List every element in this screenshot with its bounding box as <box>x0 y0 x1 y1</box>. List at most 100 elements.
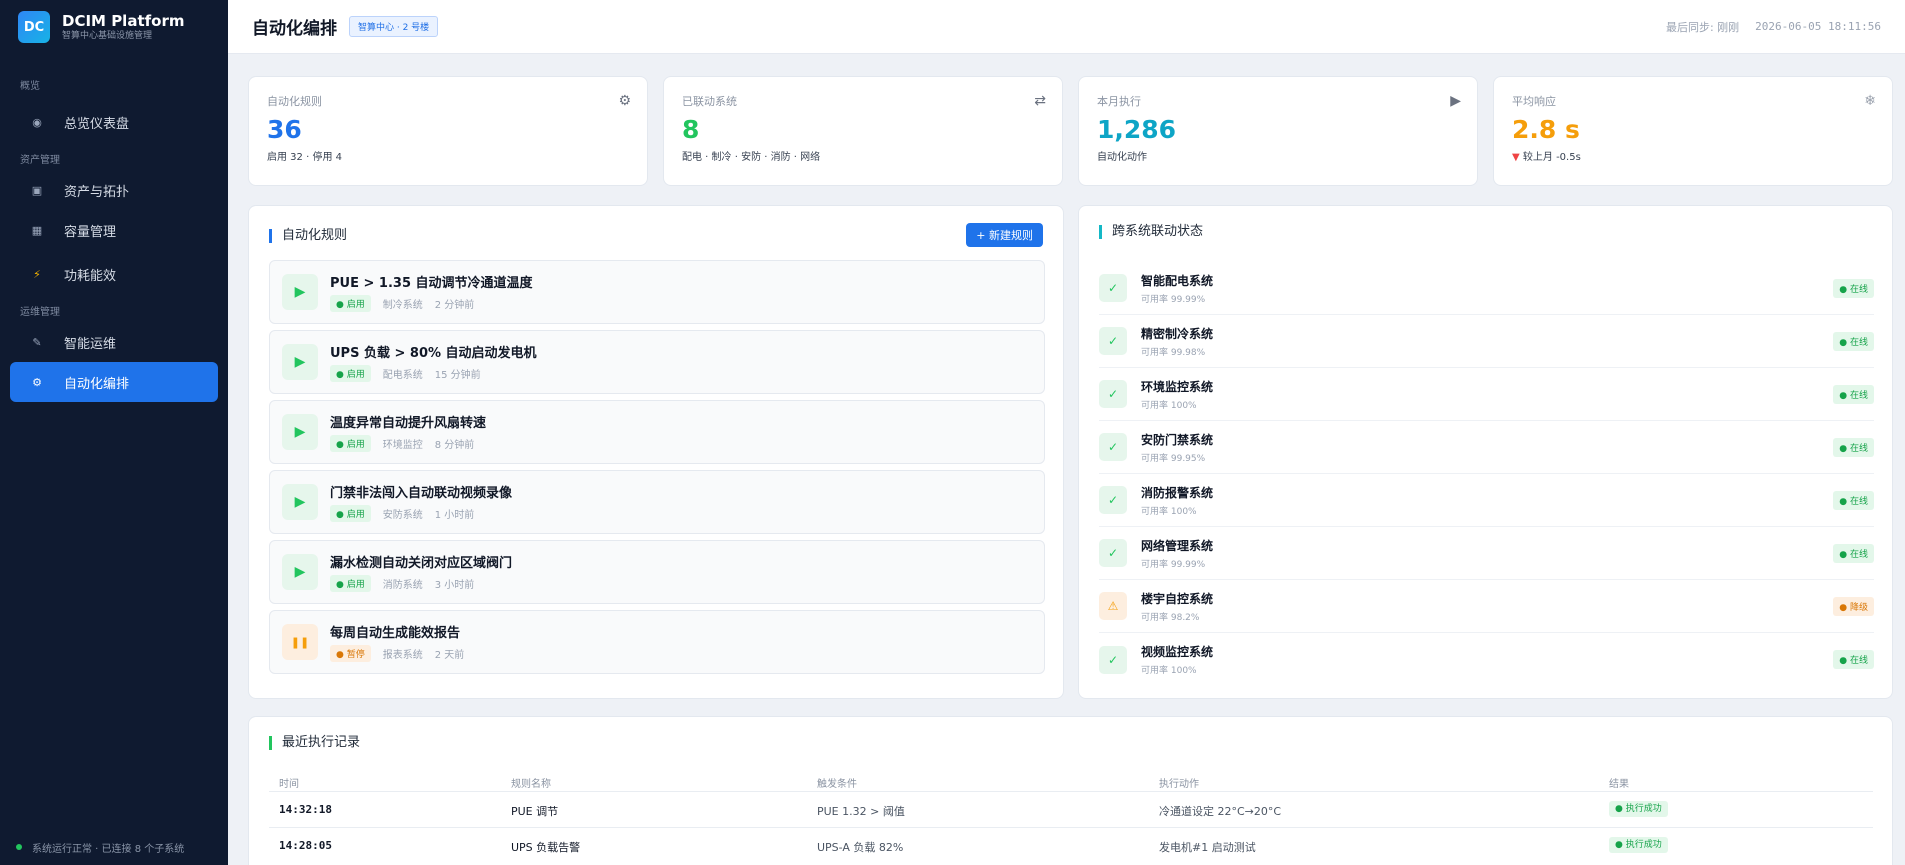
system-availability: 可用率 99.99% <box>1141 559 1206 570</box>
sparkle-icon: ❄ <box>1864 93 1876 109</box>
location-badge[interactable]: 智算中心 · 2 号楼 <box>349 16 439 37</box>
system-row[interactable]: ⚠ 楼宇自控系统 可用率 98.2% ● 降级 <box>1099 580 1874 633</box>
check-icon: ✓ <box>1099 274 1127 302</box>
kpi-label: 平均响应 <box>1512 95 1556 108</box>
rule-title: 门禁非法闯入自动联动视频录像 <box>330 486 513 501</box>
cell-time: 14:32:18 <box>279 803 332 816</box>
rule-item[interactable]: ▶ 门禁非法闯入自动联动视频录像 ● 启用 安防系统 1 小时前 <box>269 470 1045 534</box>
sidebar-item-label: 功耗能效 <box>64 268 117 284</box>
rule-item[interactable]: ❚❚ 每周自动生成能效报告 ● 暂停 报表系统 2 天前 <box>269 610 1045 674</box>
system-row[interactable]: ✓ 环境监控系统 可用率 100% ● 在线 <box>1099 368 1874 421</box>
kpi-value: 8 <box>682 115 700 144</box>
gear-icon: ⚙ <box>32 375 42 389</box>
play-icon[interactable]: ▶ <box>282 484 318 520</box>
cell-trigger: UPS-A 负载 82% <box>817 841 904 854</box>
system-row[interactable]: ✓ 视频监控系统 可用率 100% ● 在线 <box>1099 633 1874 686</box>
nav-group-ops: 运维管理 <box>20 307 60 318</box>
check-icon: ✓ <box>1099 433 1127 461</box>
sidebar-item-capacity[interactable]: ▦ 容量管理 <box>10 210 218 250</box>
sidebar-item-smart-ops[interactable]: ✎ 智能运维 <box>10 322 218 362</box>
play-icon[interactable]: ▶ <box>282 344 318 380</box>
sidebar-item-dashboard[interactable]: ◉ 总览仪表盘 <box>10 102 218 142</box>
sidebar-item-assets[interactable]: ▣ 资产与拓扑 <box>10 170 218 210</box>
system-row[interactable]: ✓ 消防报警系统 可用率 100% ● 在线 <box>1099 474 1874 527</box>
play-icon[interactable]: ▶ <box>282 554 318 590</box>
system-row[interactable]: ✓ 安防门禁系统 可用率 99.95% ● 在线 <box>1099 421 1874 474</box>
system-row[interactable]: ✓ 智能配电系统 可用率 99.99% ● 在线 <box>1099 262 1874 315</box>
sidebar-item-label: 容量管理 <box>64 224 117 240</box>
kpi-card-executions: 本月执行 ▶ 1,286 自动化动作 <box>1078 76 1478 186</box>
check-icon: ✓ <box>1099 380 1127 408</box>
rule-system: 消防系统 <box>382 580 423 591</box>
system-name: 精密制冷系统 <box>1141 326 1214 341</box>
system-availability: 可用率 100% <box>1141 666 1197 676</box>
sidebar-item-power[interactable]: ⚡ 功耗能效 <box>10 254 218 294</box>
rule-system: 配电系统 <box>382 370 423 381</box>
system-availability: 可用率 99.95% <box>1141 453 1206 464</box>
brand[interactable]: DC DCIM Platform 智算中心基础设施管理 <box>0 0 228 54</box>
sidebar-item-label: 资产与拓扑 <box>64 184 130 200</box>
cell-result: ● 执行成功 <box>1609 801 1668 817</box>
rule-item[interactable]: ▶ 漏水检测自动关闭对应区域阀门 ● 启用 消防系统 3 小时前 <box>269 540 1045 604</box>
sidebar-item-label: 智能运维 <box>64 336 117 352</box>
system-name: 楼宇自控系统 <box>1141 591 1214 606</box>
new-rule-button[interactable]: + 新建规则 <box>966 223 1043 247</box>
table-row[interactable]: 14:28:05 UPS 负载告警 UPS-A 负载 82% 发电机#1 启动测… <box>269 827 1873 863</box>
rule-item[interactable]: ▶ UPS 负载 > 80% 自动启动发电机 ● 启用 配电系统 15 分钟前 <box>269 330 1045 394</box>
system-name: 视频监控系统 <box>1141 645 1214 659</box>
nav-group-overview: 概览 <box>20 81 40 92</box>
system-availability: 可用率 98.2% <box>1141 612 1200 623</box>
status-dot-icon <box>16 844 22 850</box>
system-name: 安防门禁系统 <box>1141 432 1214 447</box>
rule-time: 3 小时前 <box>434 580 475 591</box>
execution-log-panel: 最近执行记录 时间 规则名称 触发条件 执行动作 结果 14:32:18 PUE… <box>248 716 1893 865</box>
rule-title: 漏水检测自动关闭对应区域阀门 <box>330 556 513 571</box>
play-icon[interactable]: ▶ <box>282 274 318 310</box>
rule-title: 每周自动生成能效报告 <box>330 626 461 641</box>
sidebar-item-automation[interactable]: ⚙ 自动化编排 <box>10 362 218 402</box>
gear-icon: ⚙ <box>618 93 631 109</box>
result-badge: ● 执行成功 <box>1609 801 1668 817</box>
rule-status-badge: ● 启用 <box>330 575 371 592</box>
panel-title: 自动化规则 <box>269 229 347 243</box>
systems-panel: 跨系统联动状态 ✓ 智能配电系统 可用率 99.99% ● 在线 ✓ 精密制冷系统… <box>1078 205 1893 699</box>
rule-item[interactable]: ▶ PUE > 1.35 自动调节冷通道温度 ● 启用 制冷系统 2 分钟前 <box>269 260 1045 324</box>
kpi-value: 1,286 <box>1097 115 1177 144</box>
rule-title: UPS 负载 > 80% 自动启动发电机 <box>330 346 537 361</box>
rule-status-badge: ● 启用 <box>330 435 371 452</box>
column-header: 规则名称 <box>511 779 551 790</box>
kpi-value: 2.8 s <box>1512 115 1580 144</box>
pause-icon[interactable]: ❚❚ <box>282 624 318 660</box>
result-badge: ● 执行成功 <box>1609 837 1668 853</box>
rule-time: 1 小时前 <box>434 510 475 521</box>
column-header: 时间 <box>279 779 299 790</box>
swap-icon: ⇄ <box>1034 93 1046 109</box>
kpi-sub: ▼ 较上月 -0.5s <box>1512 148 1874 163</box>
rule-item[interactable]: ▶ 温度异常自动提升风扇转速 ● 启用 环境监控 8 分钟前 <box>269 400 1045 464</box>
system-row[interactable]: ✓ 网络管理系统 可用率 99.99% ● 在线 <box>1099 527 1874 580</box>
system-status-badge: ● 在线 <box>1833 384 1874 404</box>
sidebar: DC DCIM Platform 智算中心基础设施管理 概览 ◉ 总览仪表盘 资… <box>0 0 228 865</box>
rule-time: 2 天前 <box>434 650 465 661</box>
system-row[interactable]: ✓ 精密制冷系统 可用率 99.98% ● 在线 <box>1099 315 1874 368</box>
system-availability: 可用率 99.98% <box>1141 347 1206 358</box>
rule-time: 8 分钟前 <box>434 440 475 451</box>
rule-system: 安防系统 <box>382 510 423 521</box>
brand-subtitle: 智算中心基础设施管理 <box>62 31 153 41</box>
table-row[interactable]: 14:32:18 PUE 调节 PUE 1.32 > 阈值 冷通道设定 22°C… <box>269 791 1873 827</box>
system-status-badge: ● 在线 <box>1833 543 1874 563</box>
kpi-sub: 配电 · 制冷 · 安防 · 消防 · 网络 <box>682 152 821 163</box>
system-status-badge: ● 在线 <box>1833 650 1874 669</box>
sync-time: 2026-06-05 18:11:56 <box>1755 20 1881 33</box>
system-name: 环境监控系统 <box>1141 379 1214 394</box>
rule-system: 环境监控 <box>382 440 423 451</box>
sidebar-item-label: 自动化编排 <box>64 376 130 392</box>
play-icon[interactable]: ▶ <box>282 414 318 450</box>
sidebar-item-label: 总览仪表盘 <box>64 116 130 132</box>
system-status-badge: ● 降级 <box>1833 596 1874 616</box>
system-name: 消防报警系统 <box>1141 485 1214 500</box>
dashboard-icon: ◉ <box>32 115 42 129</box>
system-status-badge: ● 在线 <box>1833 331 1874 351</box>
cell-action: 冷通道设定 22°C→20°C <box>1159 805 1282 818</box>
down-arrow-icon: ▼ <box>1512 152 1520 163</box>
